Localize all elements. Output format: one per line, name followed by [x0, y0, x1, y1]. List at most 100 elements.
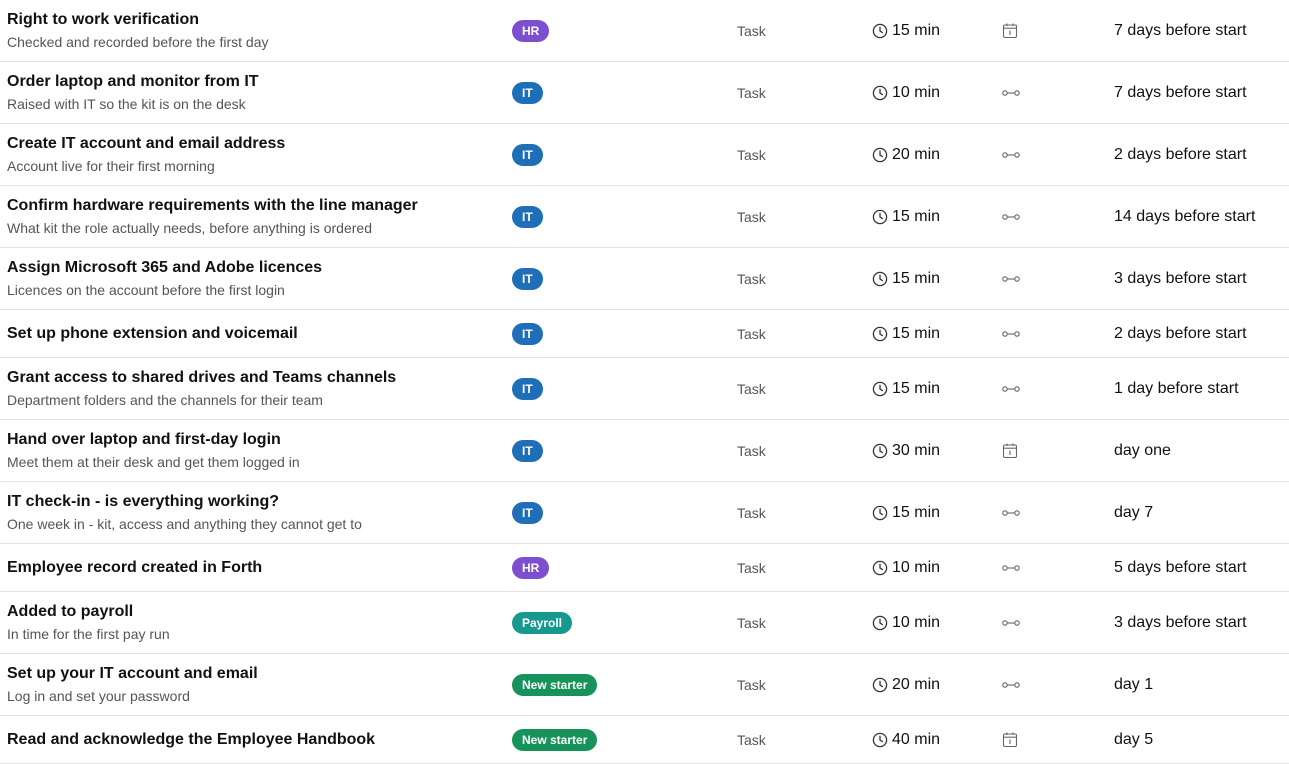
task-subtitle: Raised with IT so the kit is on the desk [7, 96, 246, 112]
due-when: 7 days before start [1114, 83, 1247, 101]
due-when: 5 days before start [1114, 558, 1247, 576]
clock-icon [872, 85, 892, 101]
due-when: day one [1114, 441, 1171, 459]
duration: 20 min [872, 124, 940, 185]
due-when: 1 day before start [1114, 379, 1239, 397]
mode [1002, 124, 1020, 185]
list-item[interactable]: Right to work verification Checked and re… [0, 0, 1289, 62]
mode [1002, 310, 1020, 357]
calendar-icon [1002, 22, 1018, 39]
badge-cell: New starter [512, 654, 598, 715]
badge-cell: Payroll [512, 592, 573, 653]
list-item[interactable]: Assign Microsoft 365 and Adobe licences L… [0, 248, 1289, 310]
mode [1002, 186, 1020, 247]
link-icon [1002, 680, 1020, 690]
mode [1002, 482, 1020, 543]
clock-icon [872, 326, 892, 342]
clock-icon [872, 560, 892, 576]
list-item[interactable]: Set up your IT account and email Log in a… [0, 654, 1289, 716]
task-type: Task [737, 270, 766, 287]
due-when: day 7 [1114, 503, 1154, 521]
task-list: Right to work verification Checked and re… [0, 0, 1289, 764]
duration: 30 min [872, 420, 940, 481]
clock-icon [872, 443, 892, 459]
duration: 15 min [872, 358, 940, 419]
clock-icon [872, 732, 892, 748]
list-item[interactable]: Confirm hardware requirements with the l… [0, 186, 1289, 248]
link-icon [1002, 508, 1020, 518]
link-icon [1002, 88, 1020, 98]
duration: 10 min [872, 544, 940, 591]
badge-cell: New starter [512, 716, 598, 763]
task-title-block: Added to payroll In time for the first pa… [7, 592, 487, 653]
due-when: 3 days before start [1114, 269, 1247, 287]
task-title-block: IT check-in - is everything working? One … [7, 482, 487, 543]
clock-icon [872, 147, 892, 163]
list-item[interactable]: Employee record created in Forth HR Task 10… [0, 544, 1289, 592]
task-title: Grant access to shared drives and Teams … [7, 369, 397, 386]
list-item[interactable]: Hand over laptop and first-day login Meet… [0, 420, 1289, 482]
badge-cell: IT [512, 62, 543, 123]
team-badge: IT [512, 267, 543, 290]
due-when: day 1 [1114, 675, 1154, 693]
task-title: Added to payroll [7, 603, 134, 620]
task-type: Task [737, 676, 766, 693]
badge-cell: IT [512, 124, 543, 185]
mode [1002, 248, 1020, 309]
due-when: 3 days before start [1114, 613, 1247, 631]
task-type: Task [737, 731, 766, 748]
list-item[interactable]: Grant access to shared drives and Teams … [0, 358, 1289, 420]
list-item[interactable]: IT check-in - is everything working? One … [0, 482, 1289, 544]
due-when: 2 days before start [1114, 324, 1247, 342]
task-type: Task [737, 559, 766, 576]
duration: 15 min [872, 186, 940, 247]
task-subtitle: Checked and recorded before the first da… [7, 34, 269, 50]
duration-value: 15 min [892, 379, 941, 397]
due-when: 7 days before start [1114, 21, 1247, 39]
badge-cell: IT [512, 420, 543, 481]
clock-icon [872, 381, 892, 397]
clock-icon [872, 505, 892, 521]
duration-value: 20 min [892, 145, 941, 163]
list-item[interactable]: Read and acknowledge the Employee Handbo… [0, 716, 1289, 764]
clock-icon [872, 615, 892, 631]
task-type: Task [737, 325, 766, 342]
duration: 10 min [872, 62, 940, 123]
task-title: Read and acknowledge the Employee Handbo… [7, 730, 376, 748]
badge-cell: IT [512, 310, 543, 357]
team-badge: IT [512, 322, 543, 345]
link-icon [1002, 618, 1020, 628]
due-when: 14 days before start [1114, 207, 1256, 225]
task-subtitle: Meet them at their desk and get them log… [7, 454, 300, 470]
list-item[interactable]: Added to payroll In time for the first pa… [0, 592, 1289, 654]
task-subtitle: What kit the role actually needs, before… [7, 220, 372, 236]
duration-value: 15 min [892, 503, 941, 521]
task-type: Task [737, 22, 766, 39]
list-item[interactable]: Create IT account and email address Accou… [0, 124, 1289, 186]
team-badge: IT [512, 81, 543, 104]
list-item[interactable]: Order laptop and monitor from IT Raised w… [0, 62, 1289, 124]
task-type: Task [737, 504, 766, 521]
task-title: Confirm hardware requirements with the l… [7, 197, 418, 214]
list-item[interactable]: Set up phone extension and voicemail IT Ta… [0, 310, 1289, 358]
duration: 20 min [872, 654, 940, 715]
team-badge: IT [512, 439, 543, 462]
clock-icon [872, 209, 892, 225]
task-type: Task [737, 146, 766, 163]
mode [1002, 420, 1018, 481]
mode [1002, 0, 1018, 61]
duration-value: 15 min [892, 324, 941, 342]
badge-cell: IT [512, 186, 543, 247]
duration-value: 10 min [892, 83, 941, 101]
team-badge: Payroll [512, 611, 573, 634]
team-badge: HR [512, 19, 550, 42]
task-title: Set up your IT account and email [7, 665, 258, 682]
task-title-block: Create IT account and email address Accou… [7, 124, 487, 185]
task-title-block: Right to work verification Checked and re… [7, 0, 487, 61]
duration: 15 min [872, 310, 940, 357]
duration-value: 15 min [892, 21, 941, 39]
link-icon [1002, 563, 1020, 573]
task-subtitle: Licences on the account before the first… [7, 282, 285, 298]
team-badge: New starter [512, 673, 598, 696]
duration: 15 min [872, 248, 940, 309]
